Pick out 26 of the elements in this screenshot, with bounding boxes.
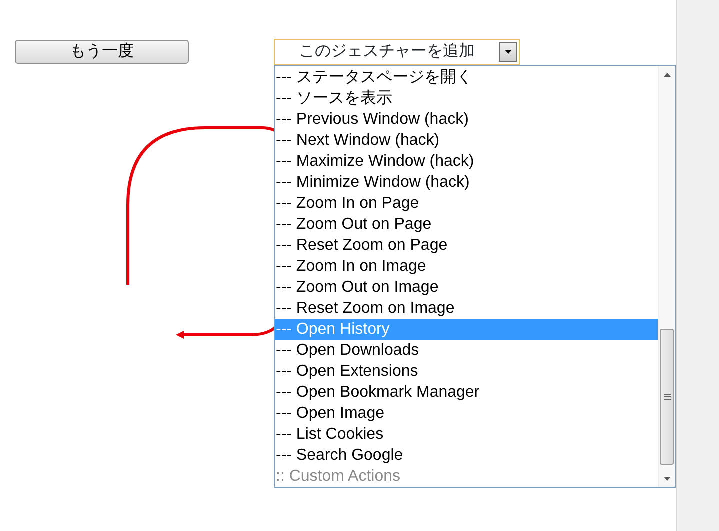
dropdown-option[interactable]: --- Reset Zoom on Page (275, 235, 658, 256)
grip-icon (664, 394, 670, 400)
dropdown-option[interactable]: --- List Cookies (275, 424, 658, 445)
dropdown-option[interactable]: --- Zoom Out on Image (275, 277, 658, 298)
dropdown-option[interactable]: --- Open Downloads (275, 340, 658, 361)
scroll-up-icon[interactable] (664, 72, 670, 76)
dropdown-option[interactable]: --- Open Image (275, 403, 658, 424)
dropdown-option[interactable]: --- Previous Window (hack) (275, 109, 658, 130)
scrollbar-thumb[interactable] (660, 329, 674, 465)
dropdown-option[interactable]: --- Open Bookmark Manager (275, 382, 658, 403)
dropdown-option[interactable]: --- Open Extensions (275, 361, 658, 382)
dropdown-option[interactable]: --- ステータスページを開く (275, 67, 658, 88)
dropdown-option[interactable]: --- Maximize Window (hack) (275, 151, 658, 172)
dropdown-option[interactable]: --- Reset Zoom on Image (275, 298, 658, 319)
gesture-select[interactable]: このジェスチャーを追加 (274, 39, 520, 65)
scroll-down-icon[interactable] (664, 476, 670, 480)
repeat-button[interactable]: もう一度 (15, 40, 189, 64)
dropdown-option[interactable]: --- ソースを表示 (275, 88, 658, 109)
dropdown-option[interactable]: --- Zoom In on Image (275, 256, 658, 277)
caret-icon (504, 50, 512, 54)
dropdown-option[interactable]: --- Next Window (hack) (275, 130, 658, 151)
dropdown-option[interactable]: --- Search Google (275, 445, 658, 466)
dropdown-option[interactable]: --- Zoom In on Page (275, 193, 658, 214)
dropdown-button[interactable] (499, 42, 517, 62)
dropdown-option[interactable]: --- Minimize Window (hack) (275, 172, 658, 193)
dropdown-option[interactable]: --- Zoom Out on Page (275, 214, 658, 235)
